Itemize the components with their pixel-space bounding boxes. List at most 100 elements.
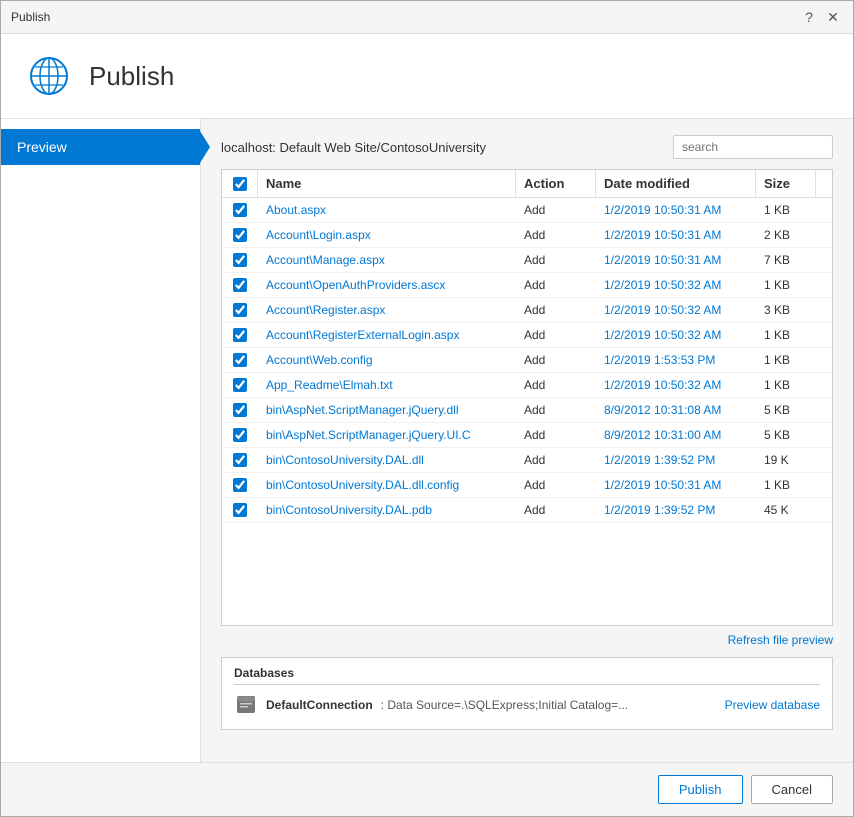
sidebar-item-label: Preview — [17, 139, 67, 155]
publish-button[interactable]: Publish — [658, 775, 743, 804]
row-action: Add — [516, 498, 596, 522]
row-size: 7 KB — [756, 248, 816, 272]
table-row: bin\ContosoUniversity.DAL.dll Add 1/2/20… — [222, 448, 832, 473]
row-extra — [816, 348, 832, 372]
row-extra — [816, 473, 832, 497]
title-bar: Publish ? ✕ — [1, 1, 853, 34]
row-checkbox[interactable] — [233, 378, 247, 392]
file-table: Name Action Date modified Size About.asp… — [221, 169, 833, 626]
row-date: 1/2/2019 10:50:32 AM — [596, 373, 756, 397]
table-row: Account\RegisterExternalLogin.aspx Add 1… — [222, 323, 832, 348]
row-action: Add — [516, 448, 596, 472]
row-size: 1 KB — [756, 373, 816, 397]
help-button[interactable]: ? — [799, 7, 819, 27]
row-checkbox-cell — [222, 223, 258, 247]
row-name: bin\ContosoUniversity.DAL.dll.config — [258, 473, 516, 497]
row-checkbox[interactable] — [233, 453, 247, 467]
table-row: bin\AspNet.ScriptManager.jQuery.dll Add … — [222, 398, 832, 423]
row-size: 1 KB — [756, 348, 816, 372]
sidebar: Preview — [1, 119, 201, 762]
row-size: 2 KB — [756, 223, 816, 247]
row-action: Add — [516, 298, 596, 322]
table-row: bin\ContosoUniversity.DAL.pdb Add 1/2/20… — [222, 498, 832, 523]
title-bar-left: Publish — [11, 10, 50, 24]
row-checkbox-cell — [222, 323, 258, 347]
dialog-title: Publish — [89, 61, 174, 92]
row-checkbox[interactable] — [233, 203, 247, 217]
row-action: Add — [516, 473, 596, 497]
row-checkbox[interactable] — [233, 478, 247, 492]
main-header: localhost: Default Web Site/ContosoUnive… — [221, 135, 833, 159]
row-size: 5 KB — [756, 398, 816, 422]
row-name: Account\Login.aspx — [258, 223, 516, 247]
row-extra — [816, 223, 832, 247]
table-row: bin\AspNet.ScriptManager.jQuery.UI.C Add… — [222, 423, 832, 448]
row-extra — [816, 423, 832, 447]
content-area: Preview localhost: Default Web Site/Cont… — [1, 119, 853, 762]
table-row: About.aspx Add 1/2/2019 10:50:31 AM 1 KB — [222, 198, 832, 223]
close-button[interactable]: ✕ — [823, 7, 843, 27]
globe-icon — [25, 52, 73, 100]
database-icon — [234, 693, 258, 717]
row-checkbox[interactable] — [233, 328, 247, 342]
row-name: App_Readme\Elmah.txt — [258, 373, 516, 397]
row-action: Add — [516, 273, 596, 297]
table-row: Account\Login.aspx Add 1/2/2019 10:50:31… — [222, 223, 832, 248]
row-name: bin\ContosoUniversity.DAL.dll — [258, 448, 516, 472]
row-date: 8/9/2012 10:31:08 AM — [596, 398, 756, 422]
row-extra — [816, 448, 832, 472]
row-checkbox[interactable] — [233, 228, 247, 242]
dialog-header: Publish — [1, 34, 853, 119]
row-action: Add — [516, 198, 596, 222]
search-input[interactable] — [673, 135, 833, 159]
row-date: 1/2/2019 10:50:32 AM — [596, 323, 756, 347]
sidebar-item-preview[interactable]: Preview — [1, 129, 200, 165]
row-size: 45 K — [756, 498, 816, 522]
row-extra — [816, 198, 832, 222]
main-panel: localhost: Default Web Site/ContosoUnive… — [201, 119, 853, 762]
row-date: 1/2/2019 1:53:53 PM — [596, 348, 756, 372]
row-extra — [816, 298, 832, 322]
row-date: 1/2/2019 10:50:31 AM — [596, 198, 756, 222]
header-check — [222, 170, 258, 197]
refresh-file-preview-link[interactable]: Refresh file preview — [728, 633, 833, 647]
header-name: Name — [258, 170, 516, 197]
row-checkbox-cell — [222, 423, 258, 447]
table-body: About.aspx Add 1/2/2019 10:50:31 AM 1 KB… — [222, 198, 832, 625]
row-date: 8/9/2012 10:31:00 AM — [596, 423, 756, 447]
preview-database-link[interactable]: Preview database — [725, 698, 820, 712]
row-name: bin\AspNet.ScriptManager.jQuery.UI.C — [258, 423, 516, 447]
row-checkbox[interactable] — [233, 278, 247, 292]
row-checkbox[interactable] — [233, 403, 247, 417]
row-date: 1/2/2019 10:50:31 AM — [596, 223, 756, 247]
select-all-checkbox[interactable] — [233, 177, 247, 191]
row-checkbox[interactable] — [233, 253, 247, 267]
row-size: 1 KB — [756, 473, 816, 497]
row-checkbox[interactable] — [233, 428, 247, 442]
row-checkbox-cell — [222, 348, 258, 372]
row-checkbox[interactable] — [233, 353, 247, 367]
refresh-link-container: Refresh file preview — [221, 632, 833, 647]
row-name: Account\OpenAuthProviders.ascx — [258, 273, 516, 297]
row-name: Account\RegisterExternalLogin.aspx — [258, 323, 516, 347]
row-date: 1/2/2019 10:50:31 AM — [596, 473, 756, 497]
row-action: Add — [516, 223, 596, 247]
row-size: 1 KB — [756, 323, 816, 347]
row-checkbox-cell — [222, 248, 258, 272]
database-row: DefaultConnection : Data Source=.\SQLExp… — [234, 693, 820, 717]
row-name: Account\Register.aspx — [258, 298, 516, 322]
row-name: bin\AspNet.ScriptManager.jQuery.dll — [258, 398, 516, 422]
row-action: Add — [516, 423, 596, 447]
row-checkbox[interactable] — [233, 503, 247, 517]
row-name: About.aspx — [258, 198, 516, 222]
row-extra — [816, 498, 832, 522]
title-bar-text: Publish — [11, 10, 50, 24]
cancel-button[interactable]: Cancel — [751, 775, 833, 804]
row-checkbox-cell — [222, 398, 258, 422]
table-row: Account\Web.config Add 1/2/2019 1:53:53 … — [222, 348, 832, 373]
row-action: Add — [516, 398, 596, 422]
databases-label: Databases — [234, 666, 820, 685]
row-date: 1/2/2019 1:39:52 PM — [596, 448, 756, 472]
row-checkbox[interactable] — [233, 303, 247, 317]
row-extra — [816, 273, 832, 297]
